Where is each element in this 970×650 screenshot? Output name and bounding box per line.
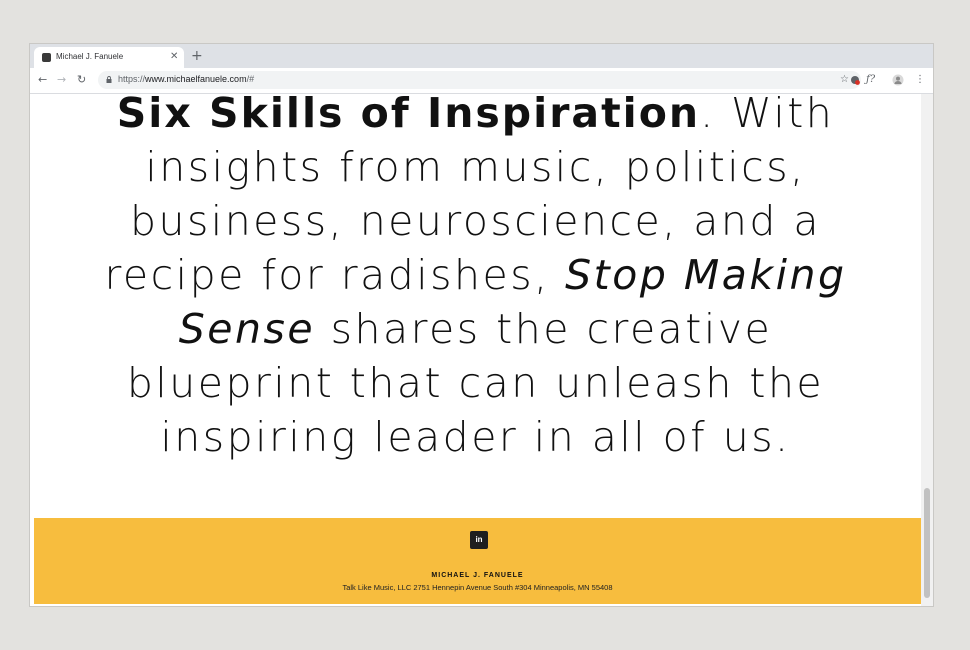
bookmark-star-icon[interactable]: ☆ — [840, 74, 849, 86]
tab-close-icon[interactable]: ✕ — [170, 51, 178, 63]
page-scrollbar[interactable] — [921, 94, 933, 606]
tab-strip: Michael J. Fanuele ✕ + — [30, 44, 933, 68]
hero-line-3: business, neuroscience, and a — [129, 197, 822, 245]
extension-icon[interactable]: ƒ? — [866, 74, 875, 86]
hero-line-5: Sense shares the creative — [30, 302, 921, 356]
hero-line-2: insights from music, politics, — [145, 143, 806, 191]
footer-address: Talk Like Music, LLC 2751 Hennepin Avenu… — [342, 583, 613, 592]
hero-text: Six Skills of Inspiration. With insights… — [30, 94, 921, 464]
footer-name: MICHAEL J. FANUELE — [431, 572, 524, 579]
translate-icon[interactable] — [850, 75, 860, 85]
forward-arrow-icon[interactable]: → — [57, 74, 66, 86]
hero-line-6: blueprint that can unleash the — [126, 359, 825, 407]
book-name-part-2: Sense — [178, 305, 316, 353]
site-footer: in MICHAEL J. FANUELE Talk Like Music, L… — [34, 518, 921, 604]
browser-window: Michael J. Fanuele ✕ + ← → ↻ https://www… — [30, 44, 933, 606]
new-tab-button[interactable]: + — [191, 48, 203, 64]
url-text: https://www.michaelfanuele.com/# — [118, 74, 254, 84]
url-path: /# — [246, 74, 255, 84]
hero-line-1-rest: . With — [700, 94, 835, 137]
url-scheme: https:// — [118, 74, 146, 84]
hero-line-4-pre: recipe for radishes, — [104, 251, 566, 299]
browser-menu-icon[interactable]: ⋮ — [915, 74, 925, 86]
reload-icon[interactable]: ↻ — [77, 74, 86, 86]
back-arrow-icon[interactable]: ← — [38, 74, 47, 86]
scrollbar-thumb[interactable] — [924, 488, 930, 598]
hero-line-7: inspiring leader in all of us. — [160, 413, 791, 461]
book-name-part-1: Stop Making — [565, 251, 847, 299]
site-favicon-icon — [42, 53, 51, 62]
hero-line-5-rest: shares the creative — [315, 305, 773, 353]
page-content: Six Skills of Inspiration. With insights… — [30, 94, 921, 606]
profile-avatar-icon[interactable] — [892, 74, 904, 86]
linkedin-icon[interactable]: in — [470, 531, 488, 549]
browser-toolbar: ← → ↻ https://www.michaelfanuele.com/# ☆… — [30, 68, 933, 94]
browser-tab[interactable]: Michael J. Fanuele ✕ — [34, 47, 184, 68]
tab-title: Michael J. Fanuele — [56, 52, 124, 61]
address-bar[interactable]: https://www.michaelfanuele.com/# — [98, 71, 861, 89]
book-title: Six Skills of Inspiration — [116, 94, 701, 137]
url-host: www.michaelfanuele.com — [145, 74, 247, 84]
hero-line-4: recipe for radishes, Stop Making — [30, 248, 921, 302]
hero-line-1: Six Skills of Inspiration. With — [30, 94, 921, 140]
lock-icon — [106, 76, 112, 83]
